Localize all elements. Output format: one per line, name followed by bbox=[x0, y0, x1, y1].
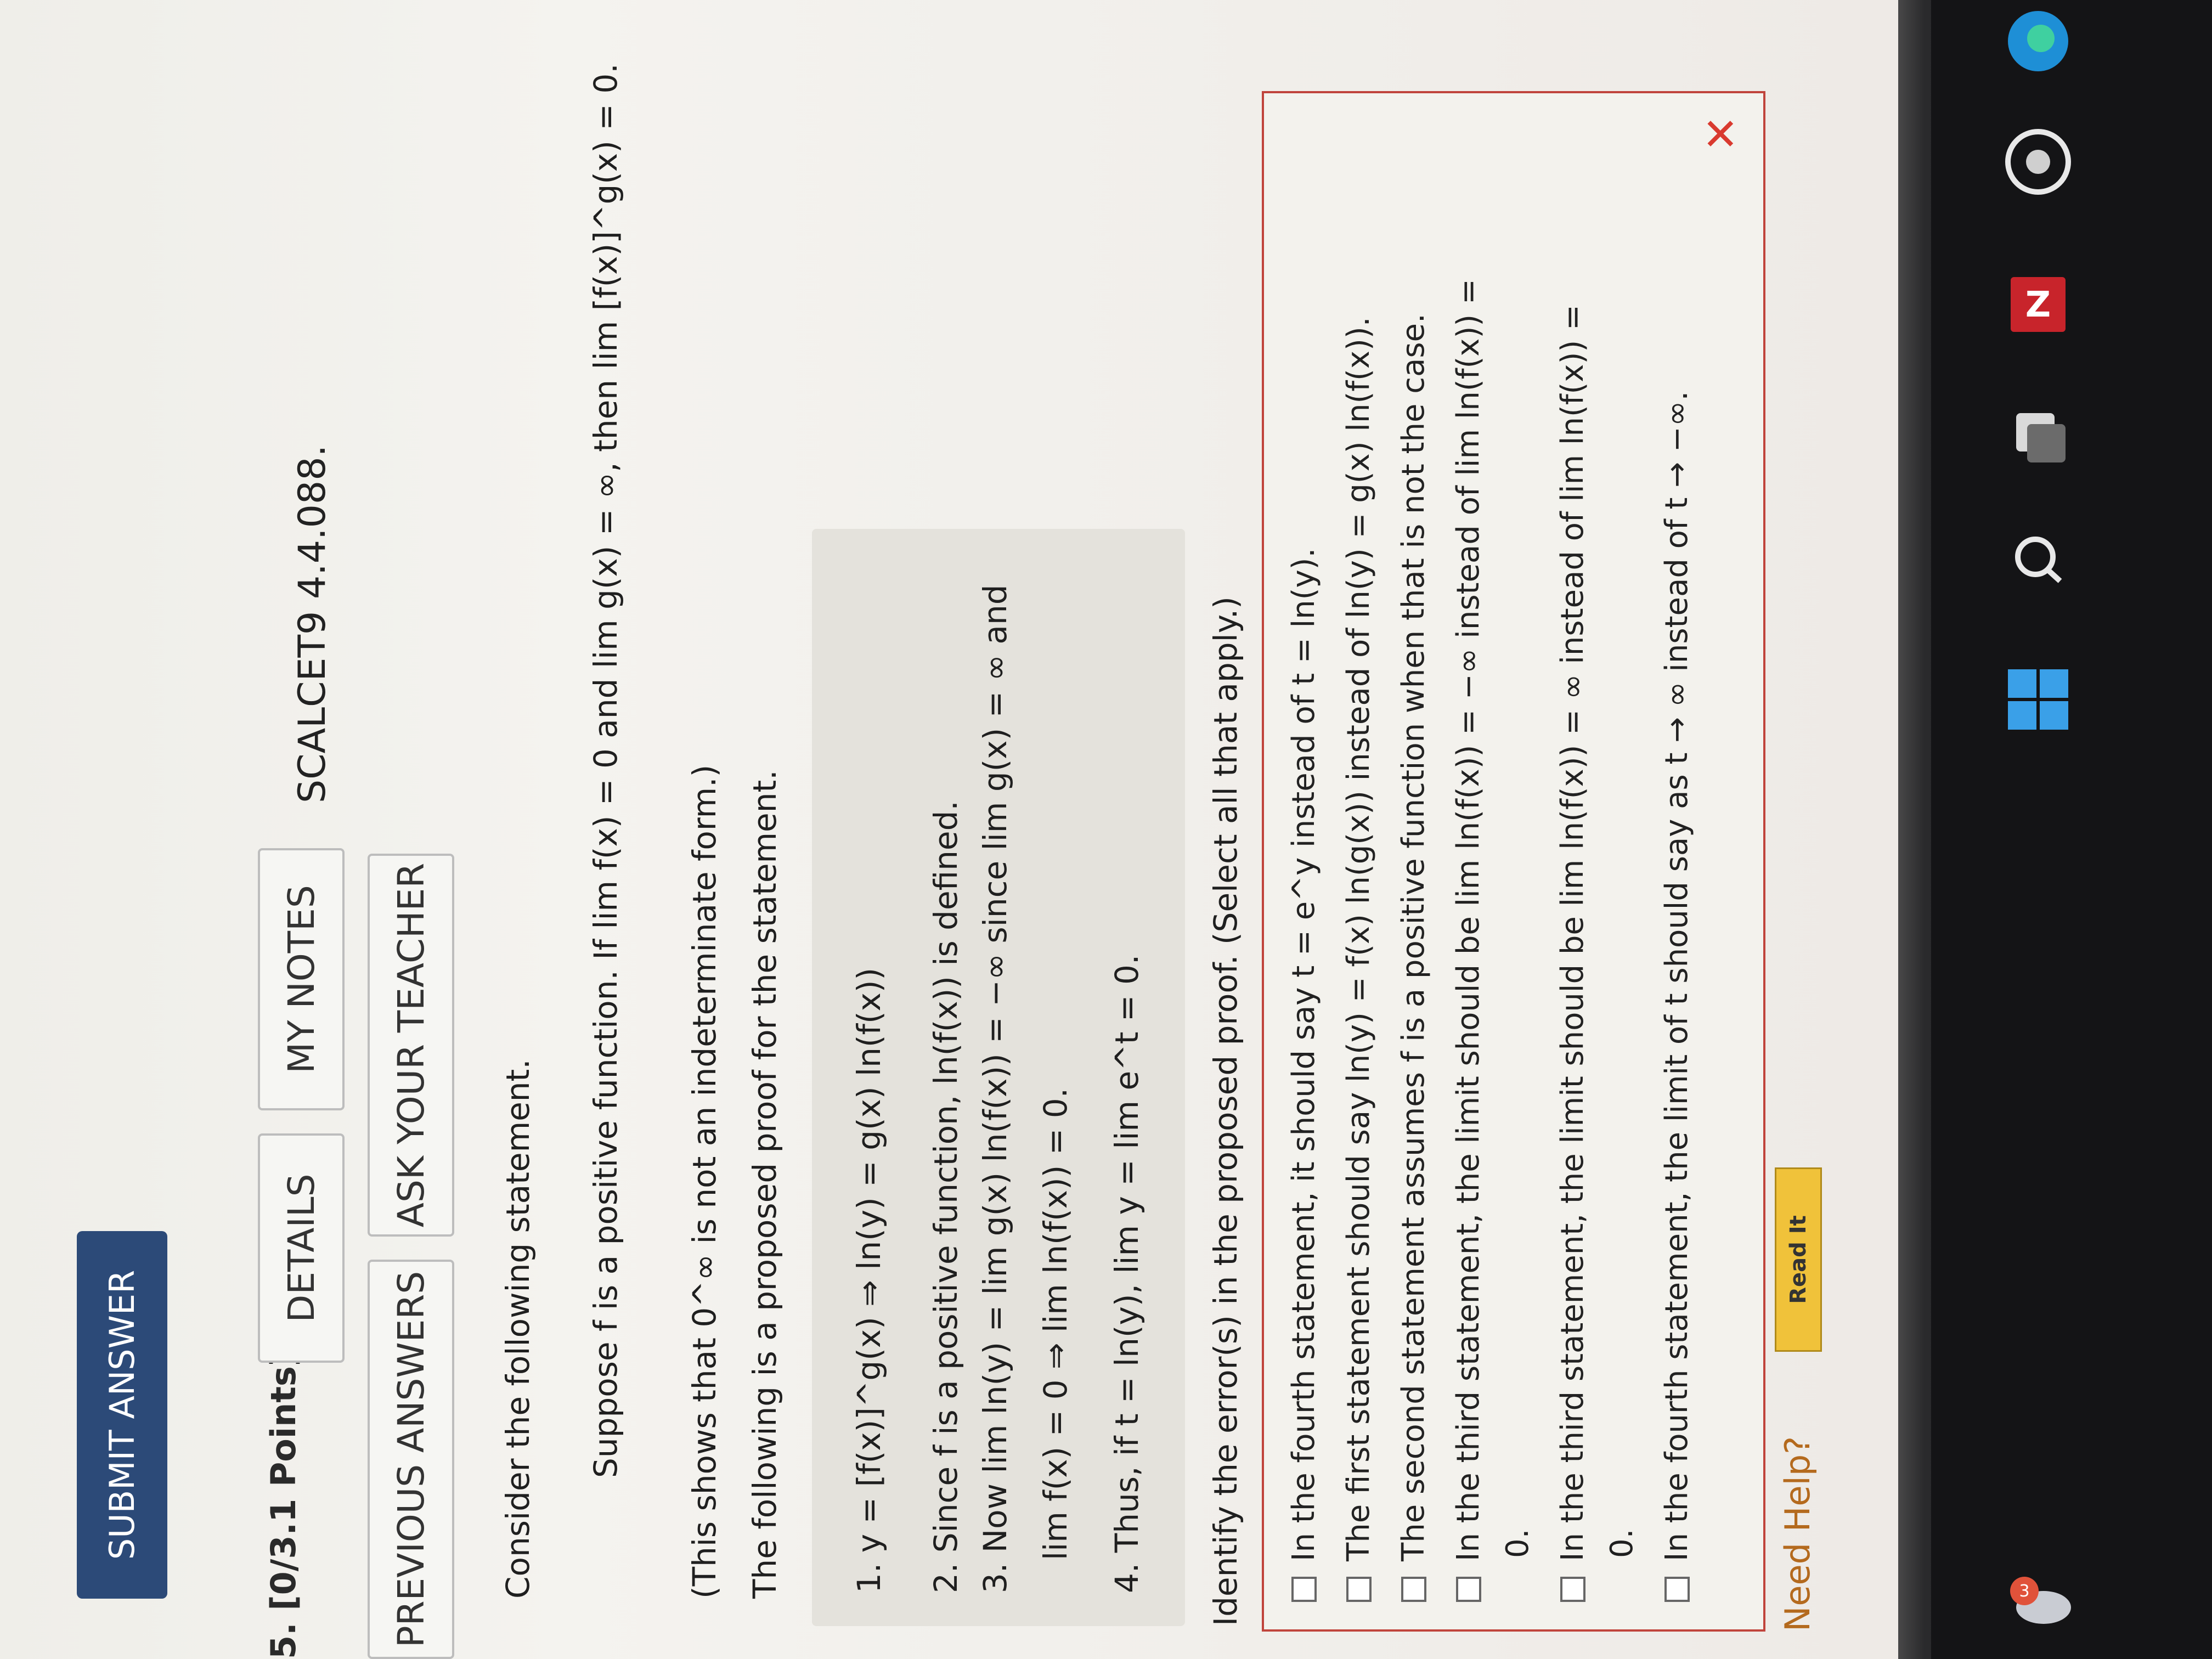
chrome-icon[interactable] bbox=[1997, 121, 2079, 203]
checkbox[interactable] bbox=[1455, 1577, 1481, 1602]
webassign-page: SUBMIT ANSWER 5. [0/3.1 Points] DETAILS … bbox=[0, 0, 1898, 1659]
submit-answer-button[interactable]: SUBMIT ANSWER bbox=[77, 1231, 167, 1599]
intro-text: Consider the following statement. bbox=[499, 1059, 537, 1599]
proof-intro-text: The following is a proposed proof for th… bbox=[746, 770, 783, 1599]
tab-details[interactable]: DETAILS bbox=[258, 1133, 345, 1363]
proof-step-2: 2. Since f is a positive function, ln(f(… bbox=[927, 800, 964, 1593]
checkbox[interactable] bbox=[1346, 1577, 1372, 1602]
filezilla-icon[interactable]: Z bbox=[1997, 263, 2079, 346]
need-help-label: Need Help? bbox=[1778, 1436, 1818, 1632]
option-label: In the third statement, the limit should… bbox=[1555, 304, 1590, 1561]
incorrect-icon: ✕ bbox=[1696, 115, 1747, 153]
tab-my-notes[interactable]: MY NOTES bbox=[258, 848, 345, 1110]
checkbox[interactable] bbox=[1401, 1577, 1426, 1602]
task-view-icon[interactable] bbox=[1997, 395, 2079, 477]
checkbox[interactable] bbox=[1291, 1577, 1317, 1602]
question-prompt: Identify the error(s) in the proposed pr… bbox=[1207, 596, 1244, 1626]
tab-ask-your-teacher[interactable]: ASK YOUR TEACHER bbox=[368, 854, 454, 1237]
problem-id: SCALCET9 4.4.088. bbox=[291, 444, 334, 803]
option-3[interactable]: The second statement assumes f is a posi… bbox=[1396, 313, 1431, 1602]
checkbox[interactable] bbox=[1664, 1577, 1690, 1602]
taskbar: 3 Z bbox=[1931, 0, 2212, 1659]
weather-icon[interactable]: 3 bbox=[1997, 1558, 2079, 1640]
read-it-button[interactable]: Read It bbox=[1775, 1167, 1822, 1352]
points-label: 5. [0/3.1 Points] bbox=[263, 1350, 303, 1659]
note-text: (This shows that 0^∞ is not an indetermi… bbox=[686, 764, 723, 1599]
option-4-tail: 0. bbox=[1500, 1528, 1536, 1558]
option-label: The second statement assumes f is a posi… bbox=[1396, 313, 1431, 1561]
svg-text:3: 3 bbox=[2019, 1582, 2029, 1601]
proof-step-3: 3. Now lim ln(y) = lim g(x) ln(f(x)) = −… bbox=[977, 584, 1014, 1593]
option-5[interactable]: In the third statement, the limit should… bbox=[1555, 304, 1590, 1602]
option-label: In the third statement, the limit should… bbox=[1451, 279, 1486, 1561]
answer-options-box: In the fourth statement, it should say t… bbox=[1262, 91, 1765, 1632]
windows-start-icon[interactable] bbox=[1997, 658, 2079, 741]
proof-step-4: 4. Thus, if t = ln(y), lim y = lim e^t =… bbox=[1108, 954, 1146, 1593]
option-label: In the fourth statement, it should say t… bbox=[1286, 548, 1322, 1561]
proof-box: 1. y = [f(x)]^g(x) ⇒ ln(y) = g(x) ln(f(x… bbox=[812, 529, 1185, 1626]
option-1[interactable]: In the fourth statement, it should say t… bbox=[1286, 548, 1322, 1602]
option-6[interactable]: In the fourth statement, the limit of t … bbox=[1659, 391, 1695, 1602]
option-label: The first statement should say ln(y) = f… bbox=[1341, 317, 1376, 1561]
edge-icon[interactable] bbox=[1997, 0, 2079, 82]
proof-step-1: 1. y = [f(x)]^g(x) ⇒ ln(y) = g(x) ln(f(x… bbox=[850, 967, 888, 1593]
proof-step-3-cont: lim f(x) = 0 ⇒ lim ln(f(x)) = 0. bbox=[1037, 1087, 1074, 1560]
option-4[interactable]: In the third statement, the limit should… bbox=[1451, 279, 1486, 1602]
statement-text: Suppose f is a positive function. If lim… bbox=[587, 63, 624, 1478]
tab-previous-answers[interactable]: PREVIOUS ANSWERS bbox=[368, 1260, 454, 1659]
search-icon[interactable] bbox=[1997, 516, 2079, 598]
option-label: In the fourth statement, the limit of t … bbox=[1659, 391, 1695, 1561]
checkbox[interactable] bbox=[1560, 1577, 1585, 1602]
svg-text:Z: Z bbox=[2025, 285, 2051, 325]
option-5-tail: 0. bbox=[1604, 1528, 1640, 1558]
option-2[interactable]: The first statement should say ln(y) = f… bbox=[1341, 317, 1376, 1602]
